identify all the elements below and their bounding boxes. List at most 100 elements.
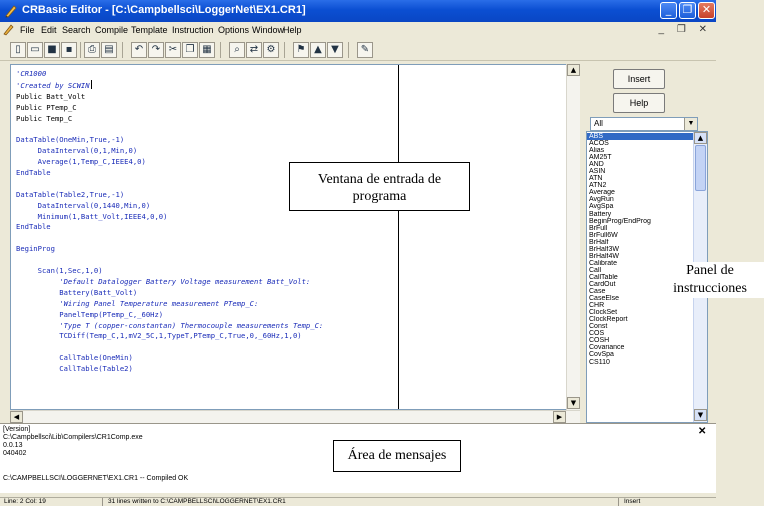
copy-icon[interactable]: ❐ [182, 42, 198, 58]
instruction-item[interactable]: Const [587, 323, 693, 330]
code-line[interactable] [16, 342, 323, 353]
minimize-button[interactable]: _ [660, 2, 677, 19]
instruction-item[interactable]: AvgSpa [587, 203, 693, 210]
code-line[interactable]: PanelTemp(PTemp_C,_60Hz) [16, 310, 323, 321]
code-line[interactable]: 'Default Datalogger Battery Voltage meas… [16, 277, 323, 288]
code-line[interactable]: DataInterval(0,1440,Min,0) [16, 201, 323, 212]
program-editor[interactable]: 'CR1000 'Created by SCWIN Public Batt_Volt… [10, 64, 580, 410]
instruction-item[interactable]: Average [587, 189, 693, 196]
instruction-item[interactable]: BrHalf [587, 239, 693, 246]
code-line[interactable] [16, 179, 323, 190]
code-line[interactable]: Public PTemp_C [16, 103, 323, 114]
instruction-item[interactable]: ACOS [587, 140, 693, 147]
help-button[interactable]: Help [613, 93, 665, 113]
menu-options[interactable]: Options [218, 25, 249, 35]
close-icon[interactable]: ✕ [698, 426, 706, 437]
instruction-item[interactable]: BrFull [587, 225, 693, 232]
bookmark-icon[interactable]: ⚑ [293, 42, 309, 58]
instruction-item[interactable]: CHR [587, 302, 693, 309]
scroll-down-icon[interactable]: ▼ [567, 397, 580, 409]
code-line[interactable]: TCDiff(Temp_C,1,mV2_5C,1,TypeT,PTemp_C,T… [16, 331, 323, 342]
code-line[interactable]: 'CR1000 [16, 69, 323, 80]
save-as-icon[interactable]: ▪ [61, 42, 77, 58]
next-bookmark-icon[interactable]: ▼ [327, 42, 343, 58]
paste-icon[interactable]: ▦ [199, 42, 215, 58]
menu-instruction[interactable]: Instruction [172, 25, 214, 35]
instruction-item[interactable]: ATN2 [587, 182, 693, 189]
code-line[interactable]: CallTable(Table2) [16, 364, 323, 375]
instruction-item[interactable]: BrFull6W [587, 232, 693, 239]
open-icon[interactable]: ▭ [27, 42, 43, 58]
code-text[interactable]: 'CR1000 'Created by SCWIN Public Batt_Volt… [16, 69, 323, 375]
menu-window[interactable]: Window [252, 25, 284, 35]
code-line[interactable]: DataInterval(0,1,Min,0) [16, 146, 323, 157]
mdi-window-controls[interactable]: _ ❐ ✕ [659, 24, 712, 35]
code-line[interactable]: 'Type T (copper-constantan) Thermocouple… [16, 321, 323, 332]
instruction-item[interactable]: COS [587, 330, 693, 337]
code-line[interactable]: Scan(1,Sec,1,0) [16, 266, 323, 277]
code-line[interactable]: Public Batt_Volt [16, 92, 323, 103]
menu-edit[interactable]: Edit [41, 25, 57, 35]
instruction-item[interactable]: BrHalf3W [587, 246, 693, 253]
print-preview-icon[interactable]: ▤ [101, 42, 117, 58]
save-icon[interactable]: ■ [44, 42, 60, 58]
code-line[interactable] [16, 233, 323, 244]
instruction-item[interactable]: AND [587, 161, 693, 168]
menu-search[interactable]: Search [62, 25, 91, 35]
instruction-item[interactable]: BeginProg/EndProg [587, 218, 693, 225]
scroll-down-icon[interactable]: ▼ [694, 409, 707, 421]
scroll-right-icon[interactable]: ▶ [553, 411, 566, 423]
title-bar[interactable]: CRBasic Editor - [C:\Campbellsci\LoggerN… [0, 0, 716, 22]
find-icon[interactable]: ⌕ [229, 42, 245, 58]
instruction-item[interactable]: CS110 [587, 359, 693, 366]
code-line[interactable] [16, 255, 323, 266]
code-line[interactable]: 'Wiring Panel Temperature measurement PT… [16, 299, 323, 310]
new-file-icon[interactable]: ▯ [10, 42, 26, 58]
tools-icon[interactable]: ✎ [357, 42, 373, 58]
scrollbar-thumb[interactable] [695, 145, 706, 191]
instruction-item[interactable]: BrHalf4W [587, 253, 693, 260]
instruction-item[interactable]: Battery [587, 211, 693, 218]
print-icon[interactable]: ⎙ [84, 42, 100, 58]
instruction-item[interactable]: ASIN [587, 168, 693, 175]
code-line[interactable]: DataTable(Table2,True,-1) [16, 190, 323, 201]
maximize-button[interactable]: ❐ [679, 2, 696, 19]
instruction-item[interactable]: ATN [587, 175, 693, 182]
menu-help[interactable]: Help [283, 25, 302, 35]
instruction-item[interactable]: ClockSet [587, 309, 693, 316]
redo-icon[interactable]: ↷ [148, 42, 164, 58]
instruction-item[interactable]: AvgRun [587, 196, 693, 203]
instruction-item[interactable]: Alias [587, 147, 693, 154]
previous-bookmark-icon[interactable]: ▲ [310, 42, 326, 58]
editor-vertical-scrollbar[interactable]: ▲ ▼ [566, 64, 580, 410]
code-line[interactable]: BeginProg [16, 244, 323, 255]
code-line[interactable] [16, 124, 323, 135]
code-line[interactable]: Average(1,Temp_C,IEEE4,0) [16, 157, 323, 168]
menu-template[interactable]: Template [131, 25, 168, 35]
instruction-item[interactable]: COSH [587, 337, 693, 344]
insert-button[interactable]: Insert [613, 69, 665, 89]
instruction-item[interactable]: ClockReport [587, 316, 693, 323]
replace-icon[interactable]: ⇄ [246, 42, 262, 58]
code-line[interactable]: EndTable [16, 222, 323, 233]
chevron-down-icon[interactable]: ▼ [684, 118, 697, 130]
menu-file[interactable]: File [20, 25, 35, 35]
code-line[interactable]: 'Created by SCWIN [16, 81, 90, 90]
scroll-up-icon[interactable]: ▲ [567, 64, 580, 76]
instruction-item[interactable]: ABS [587, 133, 693, 141]
instruction-item[interactable]: Covariance [587, 344, 693, 351]
code-line[interactable]: DataTable(OneMin,True,-1) [16, 135, 323, 146]
undo-icon[interactable]: ↶ [131, 42, 147, 58]
code-line[interactable]: Minimum(1,Batt_Volt,IEEE4,0,0) [16, 212, 323, 223]
menu-compile[interactable]: Compile [95, 25, 128, 35]
close-button[interactable]: ✕ [698, 2, 715, 19]
cut-icon[interactable]: ✂ [165, 42, 181, 58]
instruction-item[interactable]: AM25T [587, 154, 693, 161]
code-line[interactable]: Battery(Batt_Volt) [16, 288, 323, 299]
scroll-left-icon[interactable]: ◀ [10, 411, 23, 423]
instruction-item[interactable]: CovSpa [587, 351, 693, 358]
editor-horizontal-scrollbar[interactable]: ◀ ▶ [10, 410, 580, 423]
code-line[interactable]: CallTable(OneMin) [16, 353, 323, 364]
scroll-up-icon[interactable]: ▲ [694, 132, 707, 144]
instruction-category-select[interactable]: All ▼ [590, 117, 698, 131]
